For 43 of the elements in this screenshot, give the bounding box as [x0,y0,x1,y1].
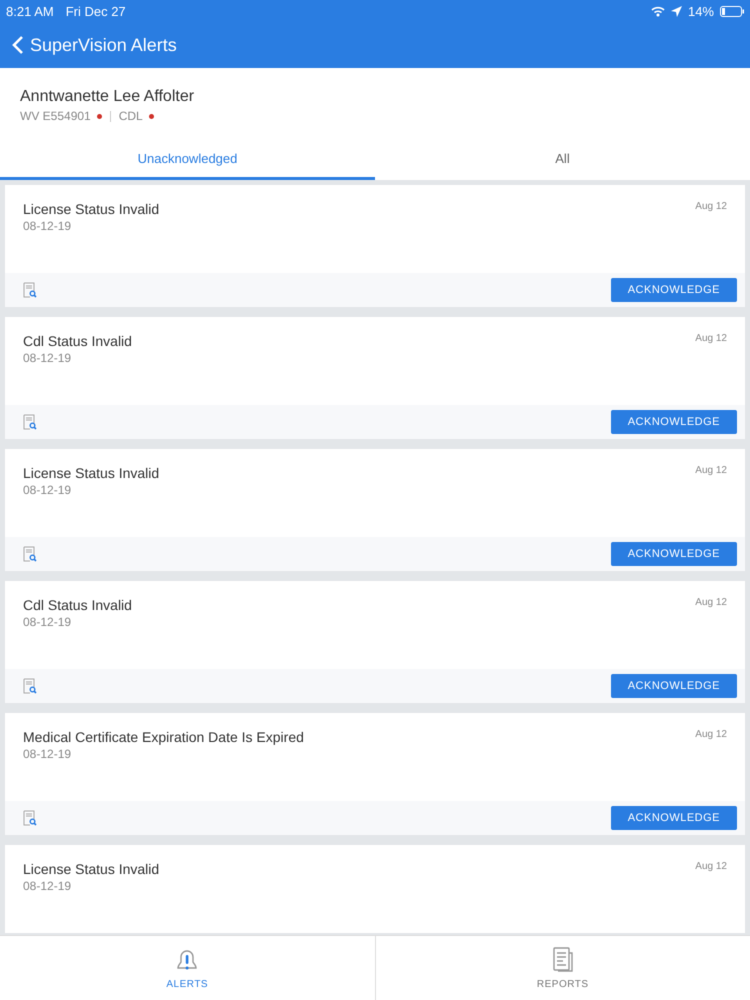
license-label: CDL [118,109,143,123]
acknowledge-button[interactable]: ACKNOWLEDGE [610,806,737,830]
back-button[interactable] [12,35,24,55]
alert-title: License Status Invalid [23,861,160,877]
alert-time: Aug 12 [695,729,727,742]
wifi-icon [650,6,665,16]
location-arrow-icon [670,6,682,16]
document-search-icon[interactable] [23,810,37,826]
alert-time: Aug 12 [695,861,727,874]
status-time: 8:21 AM [6,4,54,18]
bottom-tab[interactable]: ALERTS [0,936,374,1000]
acknowledge-button[interactable]: ACKNOWLEDGE [610,674,737,698]
alert-time: Aug 12 [695,201,727,214]
acknowledge-button[interactable]: ACKNOWLEDGE [610,542,737,566]
license-label: WV E554901 [20,109,91,123]
screen-title: SuperVision Alerts [30,34,177,56]
alert-time: Aug 12 [695,465,727,478]
driver-name: Anntwanette Lee Affolter [20,88,194,106]
alert-date: 08-12-19 [23,879,72,893]
alert-time: Aug 12 [695,597,727,610]
battery-percent: 14% [688,4,714,18]
tab[interactable]: All [375,140,750,180]
alert-date: 08-12-19 [23,351,72,365]
alert-title: Medical Certificate Expiration Date Is Expired [23,729,304,745]
bottom-tab[interactable]: REPORTS [374,936,750,1000]
status-date: Fri Dec 27 [66,4,126,18]
document-search-icon[interactable] [23,414,37,430]
document-icon [550,946,575,972]
document-search-icon[interactable] [23,282,37,298]
battery-icon [720,6,744,16]
alert-date: 08-12-19 [23,747,72,761]
alert-title: Cdl Status Invalid [23,597,132,613]
document-search-icon[interactable] [23,546,37,562]
alert-date: 08-12-19 [23,219,72,233]
document-search-icon[interactable] [23,678,37,694]
alert-title: Cdl Status Invalid [23,333,132,349]
alert-date: 08-12-19 [23,615,72,629]
acknowledge-button[interactable]: ACKNOWLEDGE [610,410,737,434]
alert-title: License Status Invalid [23,201,160,217]
alert-time: Aug 12 [695,333,727,346]
alert-date: 08-12-19 [23,483,72,497]
acknowledge-button[interactable]: ACKNOWLEDGE [610,278,737,302]
alert-title: License Status Invalid [23,465,160,481]
